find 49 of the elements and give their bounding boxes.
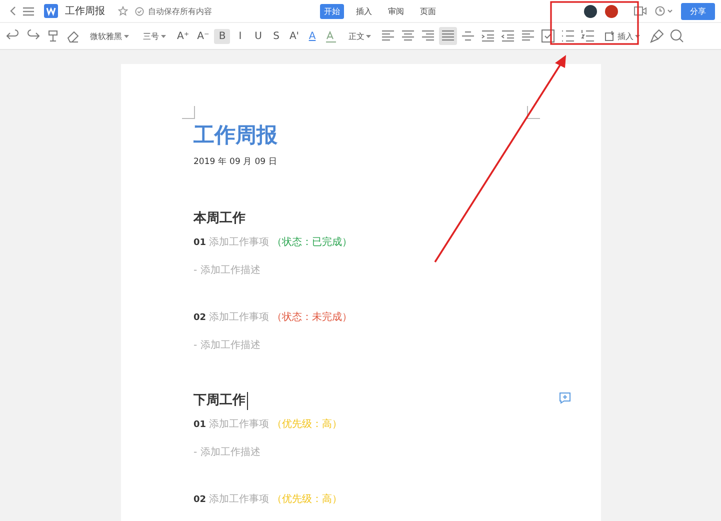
toolbar-dropdown[interactable]: 三号 <box>140 28 169 44</box>
format-button[interactable]: U <box>250 28 266 44</box>
menu-tab[interactable]: 审阅 <box>384 4 408 19</box>
document-title: 工作周报 <box>194 122 278 148</box>
caret-icon <box>124 34 129 38</box>
checklist-icon[interactable] <box>539 27 558 45</box>
toolbar-dropdown[interactable]: 微软雅黑 <box>87 28 132 44</box>
section-heading: 下周工作 <box>194 392 248 410</box>
video-icon[interactable] <box>634 6 647 16</box>
avatar[interactable] <box>605 4 618 18</box>
item-number: 01 <box>194 419 206 432</box>
menu-tab[interactable]: 开始 <box>320 4 344 19</box>
avatar[interactable] <box>584 4 597 18</box>
item-number: 02 <box>194 312 206 325</box>
share-button[interactable]: 分享 <box>681 2 715 20</box>
status-label: （优先级：高） <box>272 418 342 432</box>
section-heading: 本周工作 <box>194 210 246 228</box>
menu-tab[interactable]: 页面 <box>416 4 440 19</box>
menu-icon[interactable] <box>23 6 34 16</box>
status-label: （优先级：高） <box>272 493 342 507</box>
document-date: 2019 年 09 月 09 日 <box>194 156 278 168</box>
item-number: 01 <box>194 237 206 250</box>
format-button[interactable]: S <box>268 28 284 44</box>
caret-icon <box>366 34 372 38</box>
brush-icon[interactable] <box>648 27 666 45</box>
caret-icon <box>635 34 640 38</box>
menu-tab[interactable]: 插入 <box>352 4 376 19</box>
format-button[interactable]: A⁻ <box>194 28 212 44</box>
document-name: 工作周报 <box>65 4 105 18</box>
star-icon[interactable] <box>118 6 128 16</box>
save-status: 自动保存所有内容 <box>148 6 212 16</box>
insert-icon <box>605 31 616 41</box>
status-label: （状态：已完成） <box>272 236 352 250</box>
clock-icon[interactable] <box>655 6 673 16</box>
format-button[interactable]: B <box>214 28 230 44</box>
logo-icon <box>44 4 58 18</box>
comment-icon[interactable] <box>558 392 570 404</box>
format-button[interactable]: A⁺ <box>174 28 192 44</box>
item-number: 02 <box>194 494 206 507</box>
caret-icon <box>161 34 166 38</box>
back-icon[interactable] <box>10 6 16 16</box>
status-label: （状态：未完成） <box>272 311 352 325</box>
format-button[interactable]: A <box>304 28 320 44</box>
check-circle-icon <box>135 6 144 16</box>
toolbar-dropdown[interactable]: 插入 <box>602 28 644 44</box>
format-button[interactable]: A' <box>286 28 302 44</box>
format-button[interactable]: I <box>232 28 248 44</box>
toolbar-dropdown[interactable]: 正文 <box>345 28 374 44</box>
align-justify-icon[interactable] <box>439 27 458 45</box>
